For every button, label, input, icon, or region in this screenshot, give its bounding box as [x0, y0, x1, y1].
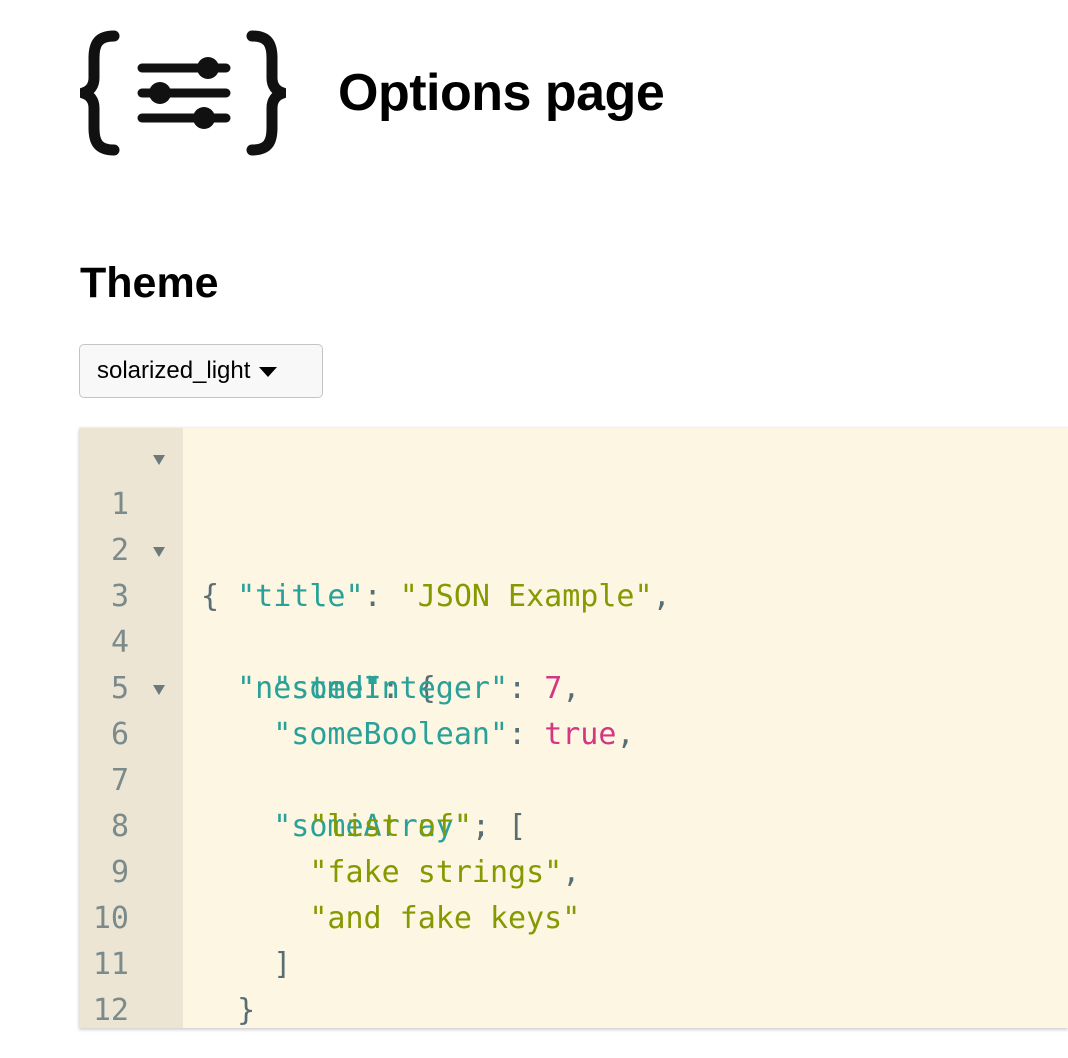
editor-line: 7 "list of", [79, 712, 490, 844]
line-number: 12 [92, 993, 129, 1028]
editor-line: 12 } [79, 942, 151, 1028]
editor-line: 10 ] [79, 850, 291, 982]
editor-line: 1 { [79, 436, 219, 614]
editor-line: 3 "nested": { [79, 528, 436, 706]
code-line[interactable]: "fake strings", [201, 850, 580, 896]
editor-line: 11 } [79, 896, 255, 1028]
json-options-logo-icon [80, 30, 286, 156]
code-line[interactable]: ] [201, 942, 291, 988]
fold-arrow-icon[interactable] [153, 455, 165, 465]
code-line[interactable]: "someInteger": 7, [201, 666, 580, 712]
code-line[interactable]: } [201, 988, 255, 1028]
editor-line: 4 "someInteger": 7, [79, 574, 580, 706]
editor-line: 2 "title": "JSON Example", [79, 482, 671, 614]
theme-select-value: solarized_light [97, 357, 251, 384]
json-editor[interactable]: 1 { 2 "title": "JSON Example", 3 "nested… [79, 428, 1068, 1028]
theme-select[interactable]: solarized_light [79, 344, 323, 398]
code-line[interactable]: "someBoolean": true, [201, 712, 634, 758]
editor-line: 9 "and fake keys" [79, 804, 580, 936]
editor-line: 8 "fake strings", [79, 758, 580, 890]
editor-line: 5 "someBoolean": true, [79, 620, 635, 752]
code-line[interactable]: "list of", [201, 804, 490, 850]
fold-arrow-icon[interactable] [153, 547, 165, 557]
code-line[interactable]: "and fake keys" [201, 896, 580, 942]
page-title: Options page [338, 64, 665, 122]
caret-down-icon [259, 367, 278, 377]
editor-line: 6 "someArray": [ [79, 666, 526, 844]
page-header: Options page [80, 28, 665, 158]
fold-arrow-icon[interactable] [153, 685, 165, 695]
theme-heading: Theme [80, 259, 219, 307]
code-line[interactable]: "title": "JSON Example", [201, 574, 671, 620]
